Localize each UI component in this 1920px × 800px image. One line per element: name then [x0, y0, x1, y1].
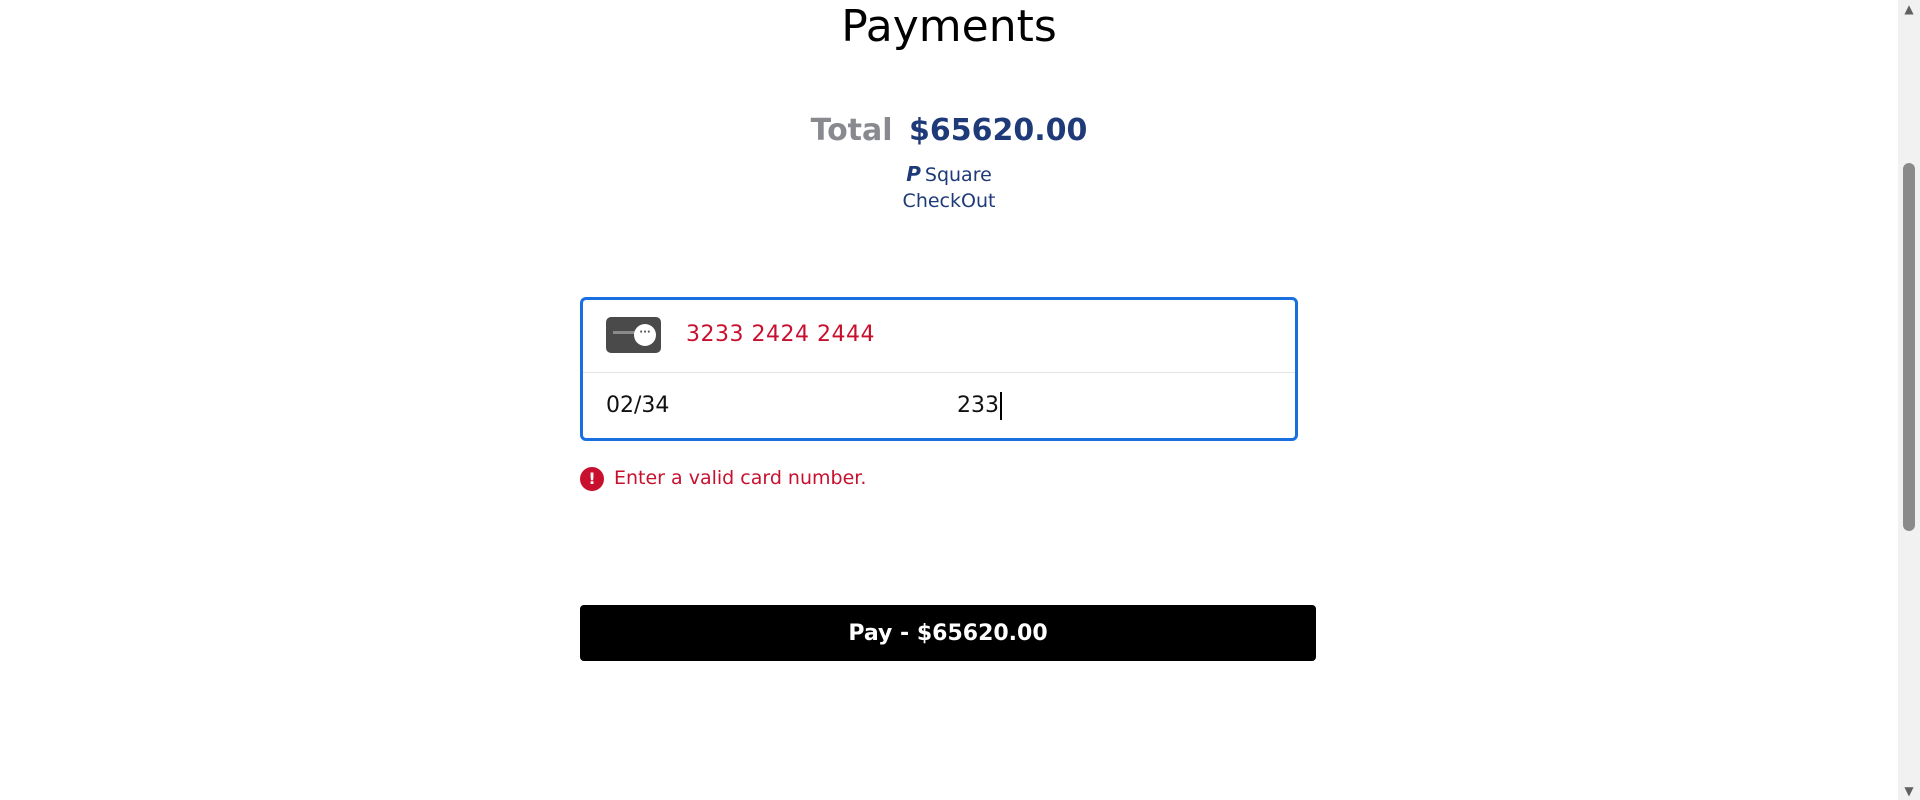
scrollbar-thumb[interactable]	[1903, 163, 1915, 531]
checkout-label-line2: CheckOut	[902, 190, 996, 212]
scroll-up-arrow-icon[interactable]: ▲	[1898, 0, 1920, 18]
cvv-input[interactable]: 233	[957, 391, 1002, 421]
pay-button[interactable]: Pay - $65620.00	[580, 605, 1316, 661]
card-number-input[interactable]: 3233 2424 2444	[686, 320, 875, 350]
vertical-scrollbar[interactable]: ▲ ▼	[1898, 0, 1920, 800]
total-summary: Total $65620.00	[0, 111, 1898, 151]
error-text: Enter a valid card number.	[614, 467, 867, 489]
card-dots: ···	[634, 324, 656, 346]
scroll-down-arrow-icon[interactable]: ▼	[1898, 782, 1920, 800]
card-stripe	[613, 331, 635, 334]
credit-card-icon: ···	[606, 317, 661, 353]
card-error-message: ! Enter a valid card number.	[580, 464, 866, 492]
card-input-container: ··· 3233 2424 2444 02/34 233	[580, 297, 1298, 441]
square-checkout-link[interactable]: P Square CheckOut	[0, 161, 1898, 214]
card-number-row: ··· 3233 2424 2444	[583, 300, 1295, 373]
cvv-value: 233	[957, 393, 999, 418]
checkout-label: Square	[924, 164, 992, 186]
payments-page: Payments Total $65620.00 P Square CheckOu…	[0, 0, 1920, 800]
total-label: Total	[810, 113, 893, 148]
paypal-icon: P	[906, 162, 921, 186]
text-caret	[1000, 392, 1002, 420]
expiry-input[interactable]: 02/34	[606, 391, 669, 421]
error-circle-icon: !	[580, 466, 604, 491]
page-title: Payments	[841, 1, 1057, 52]
total-amount: $65620.00	[909, 113, 1088, 148]
expiry-cvv-row: 02/34 233	[583, 373, 1295, 441]
